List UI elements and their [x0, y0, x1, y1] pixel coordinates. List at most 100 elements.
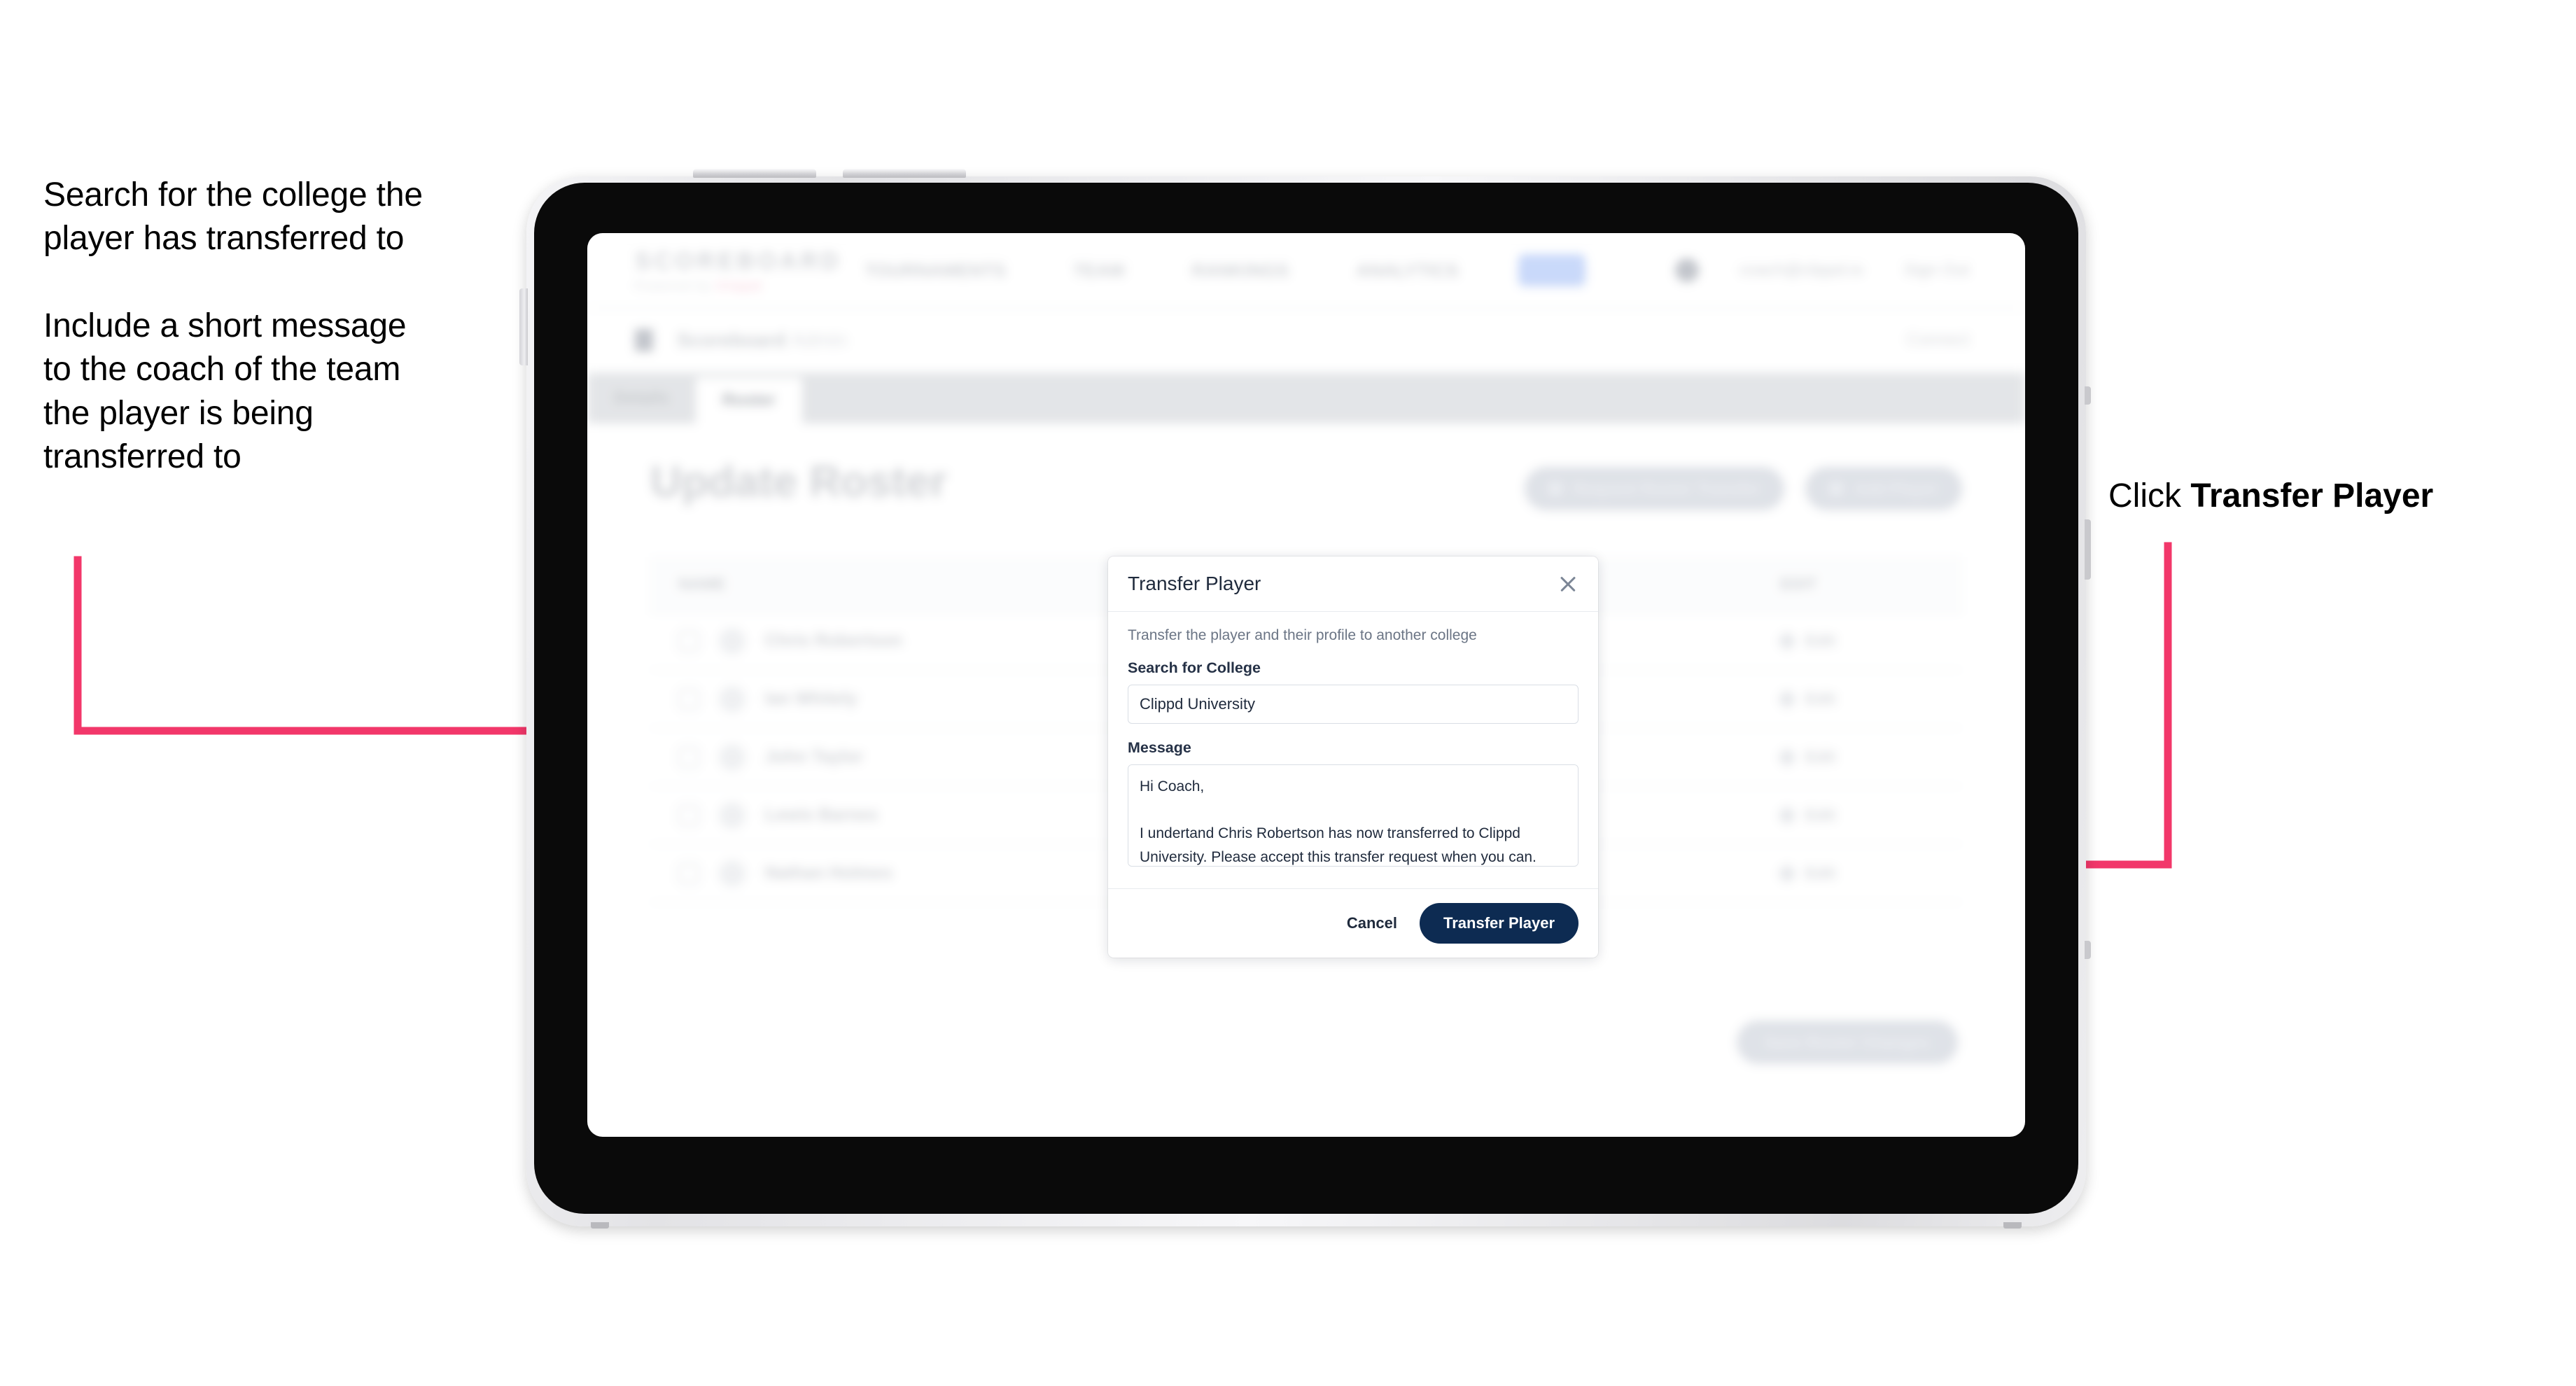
edit-label: Edit [1805, 864, 1836, 882]
message-textarea[interactable] [1128, 764, 1578, 867]
save-roster-changes-button[interactable]: Save Roster Changes [1736, 1021, 1958, 1064]
annotation-left: Search for the college the player has tr… [43, 174, 491, 479]
brand-tagline-plain: Powered by [635, 279, 712, 293]
subheader-title-light: Admin [791, 329, 847, 351]
annotation-right: Click Transfer Player [2108, 475, 2433, 518]
volume-down-button[interactable] [843, 169, 966, 178]
row-checkbox[interactable] [678, 862, 699, 884]
avatar[interactable] [1675, 258, 1700, 282]
pencil-icon [1777, 631, 1798, 651]
annotation-left-line-5: the player is being [43, 394, 314, 432]
nav-item-analytics[interactable]: ANALYTICS [1356, 260, 1458, 281]
dialog-title: Transfer Player [1128, 573, 1261, 594]
nav-cta-button[interactable] [1518, 254, 1586, 286]
antenna-band-top [2085, 386, 2091, 405]
annotation-left-para-2: Include a short message to the coach of … [43, 304, 491, 479]
annotation-right-prefix: Click [2108, 477, 2191, 514]
message-field-label: Message [1128, 739, 1191, 756]
transfer-player-button[interactable]: Transfer Player [1420, 903, 1578, 944]
tab-roster[interactable]: Roster [695, 377, 802, 424]
dialog-body: Transfer the player and their profile to… [1108, 612, 1598, 888]
nav-item-team[interactable]: TEAM [1073, 260, 1125, 281]
add-player-label: Add Player [1854, 479, 1938, 498]
row-checkbox[interactable] [678, 804, 699, 826]
antenna-band-bottom [2085, 941, 2091, 959]
annotation-left-line-1: Search for the college the [43, 176, 423, 214]
screenshot-canvas: Search for the college the player has tr… [0, 0, 2576, 1386]
annotation-left-line-4: to the coach of the team [43, 351, 401, 388]
annotation-right-bold: Transfer Player [2190, 477, 2434, 514]
row-edit-cell[interactable]: Edit [1752, 631, 1962, 651]
upload-icon [1548, 482, 1562, 496]
annotation-left-line-6: transferred to [43, 438, 241, 475]
player-avatar [719, 743, 746, 771]
row-edit-cell[interactable]: Edit [1752, 805, 1962, 825]
edit-label: Edit [1805, 690, 1836, 708]
row-edit-cell[interactable]: Edit [1752, 689, 1962, 709]
nav-item-rankings[interactable]: RANKINGS [1191, 260, 1289, 281]
speaker-nub-left [591, 1222, 609, 1228]
pencil-icon [1777, 863, 1798, 883]
account-email: coach@clippd.io [1740, 260, 1863, 279]
cancel-button[interactable]: Cancel [1347, 914, 1397, 932]
tab-details[interactable]: Details [587, 373, 696, 424]
app-subheader: Scoreboard Admin Connect [587, 309, 2025, 373]
brand-tagline-accent: Clippd [716, 279, 762, 293]
close-icon[interactable] [1556, 572, 1580, 596]
app-tabs: Details Roster [587, 373, 2025, 424]
column-header-edit: EDIT [1780, 574, 1817, 593]
request-roster-transfer-label: Request Roster Transfer [1573, 479, 1760, 498]
dialog-subtitle: Transfer the player and their profile to… [1128, 627, 1477, 643]
page-title: Update Roster [650, 458, 947, 506]
speaker-nub-right [2003, 1222, 2022, 1228]
volume-up-button[interactable] [693, 169, 816, 178]
player-name: Nathan Holmes [765, 863, 892, 883]
annotation-left-line-3: Include a short message [43, 307, 407, 344]
subheader-title: Scoreboard Admin [677, 329, 847, 351]
page-actions: Request Roster Transfer Add Player [1524, 467, 1962, 510]
row-edit-cell[interactable]: Edit [1752, 863, 1962, 883]
row-checkbox[interactable] [678, 630, 699, 652]
player-avatar [719, 627, 746, 654]
dialog-footer: Cancel Transfer Player [1108, 888, 1598, 958]
player-name: Lewis Barnes [765, 805, 878, 825]
plus-icon [1828, 482, 1843, 496]
nav-account-area: coach@clippd.io Sign Out [1675, 258, 1969, 282]
row-checkbox[interactable] [678, 688, 699, 710]
pencil-icon [1777, 805, 1798, 825]
row-edit-cell[interactable]: Edit [1752, 747, 1962, 767]
smart-connector-nub [2085, 519, 2091, 580]
power-button[interactable] [519, 288, 528, 365]
row-checkbox[interactable] [678, 746, 699, 768]
brand-logo[interactable]: SCOREBOARD Powered by Clippd [635, 247, 842, 293]
sign-out-link[interactable]: Sign Out [1904, 260, 1969, 280]
dialog-header: Transfer Player [1108, 556, 1598, 612]
subheader-link[interactable]: Connect [1907, 330, 1969, 350]
player-name: Ian Whitely [765, 689, 858, 708]
brand-tagline: Powered by Clippd [635, 279, 780, 293]
request-roster-transfer-button[interactable]: Request Roster Transfer [1524, 467, 1784, 510]
transfer-player-dialog: Transfer Player Transfer the player and … [1108, 556, 1598, 958]
edit-label: Edit [1805, 748, 1836, 766]
player-avatar [719, 860, 746, 887]
app-navbar: SCOREBOARD Powered by Clippd TOURNAMENTS… [587, 233, 2025, 309]
nav-items: TOURNAMENTS TEAM RANKINGS ANALYTICS [864, 260, 1458, 281]
college-search-input[interactable] [1128, 685, 1578, 724]
brand-wordmark: SCOREBOARD [635, 247, 842, 274]
tablet-bezel: SCOREBOARD Powered by Clippd TOURNAMENTS… [534, 183, 2078, 1214]
building-icon [635, 329, 653, 351]
field-spacer [1128, 724, 1578, 739]
subheader-title-bold: Scoreboard [677, 329, 786, 351]
college-field-label: Search for College [1128, 659, 1261, 676]
player-avatar [719, 802, 746, 829]
tablet-device: SCOREBOARD Powered by Clippd TOURNAMENTS… [519, 169, 2091, 1228]
annotation-left-line-2: player has transferred to [43, 220, 405, 258]
edit-label: Edit [1805, 631, 1836, 650]
pencil-icon [1777, 747, 1798, 767]
player-avatar [719, 685, 746, 713]
player-name: John Taylor [765, 747, 863, 766]
tablet-screen: SCOREBOARD Powered by Clippd TOURNAMENTS… [587, 233, 2025, 1137]
nav-item-tournaments[interactable]: TOURNAMENTS [864, 260, 1006, 281]
add-player-button[interactable]: Add Player [1805, 467, 1962, 510]
pencil-icon [1777, 689, 1798, 709]
